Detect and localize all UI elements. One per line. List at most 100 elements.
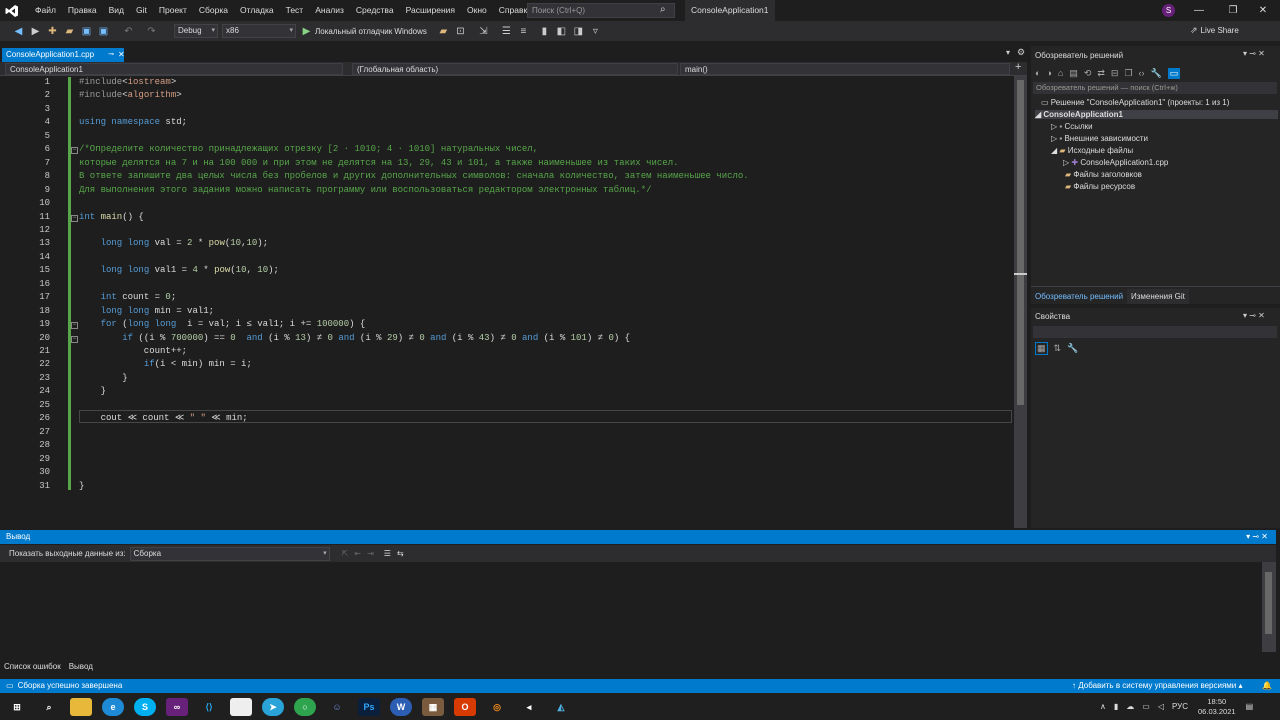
office-icon[interactable]: O — [454, 697, 476, 716]
collapse-icon[interactable]: ⊟ — [1111, 68, 1119, 79]
copy-icon[interactable]: ❐ — [1124, 68, 1132, 79]
avatar[interactable]: S — [1162, 4, 1175, 17]
solution-search-input[interactable]: Обозреватель решений — поиск (Ctrl+ж) — [1033, 82, 1277, 94]
live-share-button[interactable]: ⇗ Live Share — [1190, 25, 1239, 36]
menu-item[interactable]: Правка — [62, 0, 103, 21]
menu-item[interactable]: Отладка — [234, 0, 280, 21]
panel-options-icon[interactable]: ▾ ⊸ ✕ — [1246, 530, 1268, 544]
output-scrollbar[interactable] — [1262, 562, 1276, 652]
word-wrap-icon[interactable]: ⇆ — [397, 549, 404, 558]
tree-source-files[interactable]: ◢ ▰ Исходные файлы — [1051, 146, 1133, 155]
wrench-icon[interactable]: 🔧 — [1067, 343, 1078, 354]
code-line[interactable]: } — [79, 386, 106, 396]
git-client-icon[interactable]: ◂ — [518, 698, 540, 716]
language-indicator[interactable]: РУС — [1172, 702, 1188, 711]
code-line[interactable]: int count = 0; — [79, 292, 177, 302]
skype-icon[interactable]: S — [134, 697, 156, 716]
chrome-icon[interactable]: ○ — [294, 697, 316, 716]
menu-item[interactable]: Расширения — [400, 0, 461, 21]
code-line[interactable]: В ответе запишите два целых числа без пр… — [79, 171, 749, 181]
panel-options-icon[interactable]: ▾ ⊸ ✕ — [1243, 311, 1265, 320]
source-control-button[interactable]: ↑ Добавить в систему управления версиями… — [1072, 679, 1243, 693]
menu-item[interactable]: Средства — [350, 0, 400, 21]
menu-item[interactable]: Проект — [153, 0, 193, 21]
preview-icon[interactable]: ▭ — [1167, 67, 1181, 79]
maximize-icon[interactable]: ❐ — [1216, 0, 1250, 21]
bookmark-icon[interactable]: ▮ — [538, 25, 551, 38]
menu-item[interactable]: Тест — [280, 0, 310, 21]
vscode-icon[interactable]: ⟨⟩ — [198, 698, 220, 716]
code-line[interactable]: for (long long i = val; i ≤ val1; i += 1… — [79, 319, 366, 329]
code-line[interactable]: /*Определите количество принадлежащих от… — [79, 144, 538, 154]
search-icon[interactable]: ⌕ — [660, 4, 666, 15]
code-line[interactable]: } — [79, 481, 84, 491]
notifications-icon[interactable]: 🔔 — [1262, 679, 1272, 693]
clear-all-icon[interactable]: ☰ — [384, 549, 391, 558]
output-source-select[interactable]: Сборка — [129, 546, 330, 561]
tray-chevron-icon[interactable]: ∧ — [1100, 702, 1106, 711]
split-icon[interactable]: + — [1015, 61, 1021, 73]
menu-item[interactable]: Вид — [103, 0, 130, 21]
search-icon[interactable]: ⌕ — [38, 698, 60, 716]
find-message-icon[interactable]: ⇱ — [342, 549, 349, 558]
code-line[interactable]: count++; — [79, 346, 187, 356]
code-line[interactable]: #include<iostream> — [79, 77, 176, 87]
file-explorer-icon[interactable] — [70, 697, 92, 716]
tree-external-deps[interactable]: ▷ ▪ Внешние зависимости — [1051, 134, 1148, 143]
bookmark-next-icon[interactable]: ◨ — [572, 25, 585, 38]
close-tab-icon[interactable]: ✕ — [118, 48, 125, 62]
fold-main-icon[interactable]: − — [71, 214, 78, 222]
settings-icon[interactable]: ⚙ — [1017, 47, 1025, 58]
toolbar-options-icon[interactable]: ▿ — [589, 25, 602, 38]
code-line[interactable]: if(i < min) min = i; — [79, 359, 252, 369]
tree-cpp-file[interactable]: ▷ ✚ ConsoleApplication1.cpp — [1063, 158, 1168, 167]
tab-git-changes[interactable]: Изменения Git — [1127, 289, 1189, 304]
back-icon[interactable]: ◀ — [12, 25, 25, 38]
save-icon[interactable]: ▣ — [80, 25, 93, 38]
menu-item[interactable]: Анализ — [309, 0, 350, 21]
code-line[interactable]: Для выполнения этого задания можно напис… — [79, 185, 652, 195]
home-icon[interactable]: ⌂ — [1058, 68, 1063, 78]
editor-scroll-thumb[interactable] — [1017, 80, 1024, 405]
configuration-select[interactable]: Debug — [174, 24, 218, 38]
align-icon[interactable]: ☰ — [500, 25, 513, 38]
fold-for-icon[interactable]: − — [71, 322, 78, 330]
discord-icon[interactable]: ☺ — [326, 698, 348, 716]
panel-options-icon[interactable]: ▾ ⊸ ✕ — [1243, 49, 1265, 58]
sync-icon[interactable]: ⇄ — [1097, 68, 1105, 79]
member-select[interactable]: main() — [680, 63, 1010, 75]
network-icon[interactable]: ▭ — [1142, 702, 1150, 711]
media-icon[interactable]: ◎ — [486, 698, 508, 716]
tab-document[interactable]: ConsoleApplication1.cpp ⊸ ✕ — [2, 48, 125, 62]
archive-icon[interactable]: ▦ — [422, 697, 444, 716]
tab-list-icon[interactable]: ▾ — [1006, 48, 1010, 57]
photoshop-icon[interactable]: Ps — [358, 697, 380, 716]
search-input[interactable]: Поиск (Ctrl+Q) — [527, 3, 675, 18]
tray-cloud-icon[interactable]: ☁ — [1126, 702, 1134, 711]
code-line[interactable]: #include<algorithm> — [79, 90, 182, 100]
browse-icon[interactable]: ▰ — [437, 25, 450, 38]
tree-header-files[interactable]: ▰ Файлы заголовков — [1065, 170, 1142, 179]
start-debug-icon[interactable]: ▶ — [300, 25, 313, 38]
back-icon[interactable]: ◐ — [1035, 68, 1040, 78]
save-all-icon[interactable]: ▣ — [97, 25, 110, 38]
tree-project[interactable]: ◢ ConsoleApplication1 — [1035, 110, 1278, 119]
menu-item[interactable]: Файл — [29, 0, 62, 21]
telegram-icon[interactable]: ➤ — [262, 697, 284, 716]
volume-icon[interactable]: ◁ — [1158, 702, 1164, 711]
app-icon[interactable]: ◭ — [550, 698, 572, 716]
code-line[interactable]: cout ≪ count ≪ " " ≪ min; — [79, 413, 248, 423]
fold-comment-icon[interactable]: − — [71, 147, 78, 155]
open-folder-icon[interactable]: ▰ — [63, 25, 76, 38]
fold-if-icon[interactable]: − — [71, 335, 78, 343]
notepad-icon[interactable] — [230, 697, 252, 716]
wps-icon[interactable]: W — [390, 697, 412, 716]
tab-output[interactable]: Вывод — [69, 662, 93, 671]
scope-select[interactable]: (Глобальная область) — [352, 63, 678, 75]
menu-item[interactable]: Сборка — [193, 0, 234, 21]
output-scroll-thumb[interactable] — [1265, 572, 1272, 634]
code-line[interactable]: } — [79, 373, 127, 383]
edge-icon[interactable]: e — [102, 697, 124, 716]
alphabetical-icon[interactable]: ⇅ — [1054, 343, 1062, 354]
visual-studio-icon[interactable]: ∞ — [166, 697, 188, 716]
